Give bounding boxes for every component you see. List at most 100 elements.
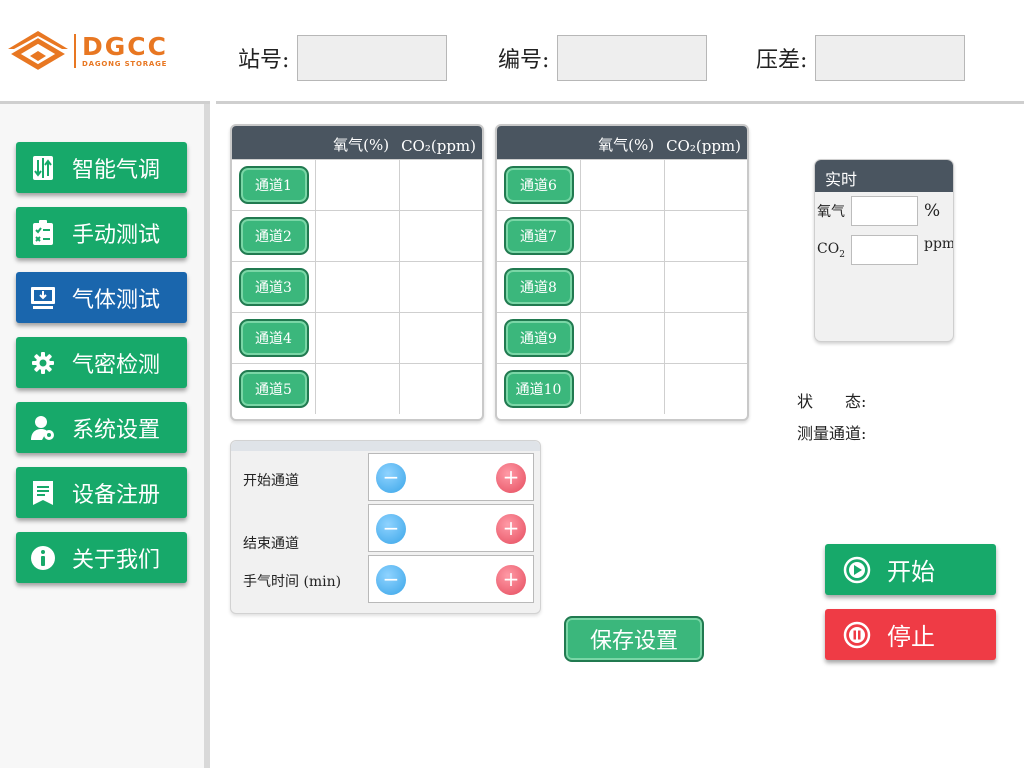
channel-10-button[interactable]: 通道10 — [503, 370, 574, 408]
user-settings-icon — [30, 415, 56, 441]
channel-2-button[interactable]: 通道2 — [238, 217, 309, 255]
co2-column-header: CO₂(ppm) — [666, 137, 741, 155]
start-channel-label: 开始通道 — [243, 473, 299, 489]
oxygen-cell — [316, 211, 400, 261]
info-icon — [30, 545, 56, 571]
oxygen-cell — [581, 313, 665, 363]
sidebar-item-airtight[interactable]: 气密检测 — [16, 337, 187, 388]
top-header: 站号: 编号: 压差: — [216, 0, 1024, 104]
table-row: 通道6 — [497, 159, 747, 210]
channel-3-button[interactable]: 通道3 — [238, 268, 309, 306]
sample-time-minus-button[interactable]: − — [376, 565, 406, 595]
station-label: 站号: — [238, 48, 290, 73]
list-document-icon — [30, 480, 56, 506]
realtime-oxygen-input[interactable] — [851, 196, 918, 226]
realtime-co2-row: CO2 ppm — [817, 235, 953, 265]
gear-icon — [30, 350, 56, 376]
pressure-label: 压差: — [756, 48, 808, 73]
sidebar-item-label: 气体测试 — [72, 287, 161, 313]
stop-button-label: 停止 — [887, 623, 935, 651]
start-channel-minus-button[interactable]: − — [376, 463, 406, 493]
stop-button[interactable]: 停止 — [825, 609, 996, 660]
co2-cell — [400, 160, 483, 210]
brand-name: DGCC — [82, 31, 168, 61]
realtime-oxygen-unit: % — [924, 201, 941, 221]
table-row: 通道1 — [232, 159, 482, 210]
channel-5-button[interactable]: 通道5 — [238, 370, 309, 408]
table-row: 通道9 — [497, 312, 747, 363]
sidebar-item-smart-ca[interactable]: 智能气调 — [16, 142, 187, 193]
sort-arrows-icon — [30, 155, 56, 181]
pressure-field-group: 压差: — [756, 35, 966, 81]
save-settings-button[interactable]: 保存设置 — [564, 616, 704, 662]
panel-top-bar — [231, 441, 540, 451]
realtime-panel: 实时 氧气 % CO2 ppm — [814, 159, 954, 342]
realtime-co2-label: CO2 — [817, 240, 845, 260]
station-input[interactable] — [297, 35, 448, 81]
end-channel-minus-button[interactable]: − — [376, 514, 406, 544]
clipboard-checklist-icon — [30, 219, 56, 246]
realtime-co2-input[interactable] — [851, 235, 918, 265]
channel-1-button[interactable]: 通道1 — [238, 166, 309, 204]
co2-cell — [665, 313, 748, 363]
serial-input[interactable] — [557, 35, 708, 81]
table-row: 通道4 — [232, 312, 482, 363]
start-button[interactable]: 开始 — [825, 544, 996, 595]
channel-settings-panel: 开始通道 − + 结束通道 − + 手气时间 (min) − + — [230, 440, 541, 614]
state-label: 状 态: — [797, 392, 867, 411]
oxygen-cell — [581, 211, 665, 261]
channel-9-button[interactable]: 通道9 — [503, 319, 574, 357]
sidebar-item-label: 系统设置 — [72, 417, 161, 443]
pause-circle-icon — [843, 621, 871, 648]
sidebar-item-about[interactable]: 关于我们 — [16, 532, 187, 583]
oxygen-cell — [316, 160, 400, 210]
sidebar-item-label: 设备注册 — [72, 482, 161, 508]
oxygen-cell — [581, 364, 665, 414]
dgcc-logo-icon — [8, 30, 68, 70]
table-row: 通道8 — [497, 261, 747, 312]
sidebar-item-gas-test[interactable]: 气体测试 — [16, 272, 187, 323]
end-channel-plus-button[interactable]: + — [496, 514, 526, 544]
channel-4-button[interactable]: 通道4 — [238, 319, 309, 357]
sidebar-menu: 智能气调 手动测试 气体测试 气密检测 系统设置 设备注册 关于我们 — [16, 142, 187, 597]
serial-field-group: 编号: — [498, 35, 708, 81]
sidebar-item-manual-test[interactable]: 手动测试 — [16, 207, 187, 258]
serial-label: 编号: — [498, 48, 550, 73]
table-row: 通道5 — [232, 363, 482, 414]
channel-table-left: 氧气(%) CO₂(ppm) 通道1 通道2 通道3 通道4 通道5 — [230, 124, 484, 421]
pressure-input[interactable] — [815, 35, 966, 81]
oxygen-column-header: 氧气(%) — [333, 136, 390, 154]
brand-tagline: DAGONG STORAGE — [82, 59, 168, 68]
monitor-download-icon — [30, 285, 56, 311]
co2-cell — [400, 211, 483, 261]
oxygen-cell — [581, 160, 665, 210]
table-row: 通道3 — [232, 261, 482, 312]
end-channel-stepper: − + — [368, 504, 534, 552]
start-channel-plus-button[interactable]: + — [496, 463, 526, 493]
channel-7-button[interactable]: 通道7 — [503, 217, 574, 255]
co2-cell — [400, 262, 483, 312]
sidebar-item-system-settings[interactable]: 系统设置 — [16, 402, 187, 453]
co2-cell — [400, 364, 483, 414]
table-row: 通道2 — [232, 210, 482, 261]
sample-time-plus-button[interactable]: + — [496, 565, 526, 595]
realtime-title: 实时 — [815, 160, 953, 192]
sidebar-item-label: 气密检测 — [72, 352, 161, 378]
oxygen-cell — [316, 364, 400, 414]
table-header: 氧气(%) CO₂(ppm) — [497, 126, 747, 159]
brand-logo: DGCC DAGONG STORAGE — [0, 0, 210, 104]
sidebar-item-device-register[interactable]: 设备注册 — [16, 467, 187, 518]
realtime-oxygen-row: 氧气 % — [817, 196, 940, 226]
channel-6-button[interactable]: 通道6 — [503, 166, 574, 204]
channel-8-button[interactable]: 通道8 — [503, 268, 574, 306]
co2-column-header: CO₂(ppm) — [401, 137, 476, 155]
co2-cell — [665, 364, 748, 414]
oxygen-cell — [581, 262, 665, 312]
table-header: 氧气(%) CO₂(ppm) — [232, 126, 482, 159]
oxygen-cell — [316, 313, 400, 363]
sidebar-item-label: 手动测试 — [72, 222, 161, 248]
sidebar-item-label: 关于我们 — [72, 547, 161, 573]
table-row: 通道10 — [497, 363, 747, 414]
play-circle-icon — [843, 556, 871, 583]
co2-cell — [665, 211, 748, 261]
